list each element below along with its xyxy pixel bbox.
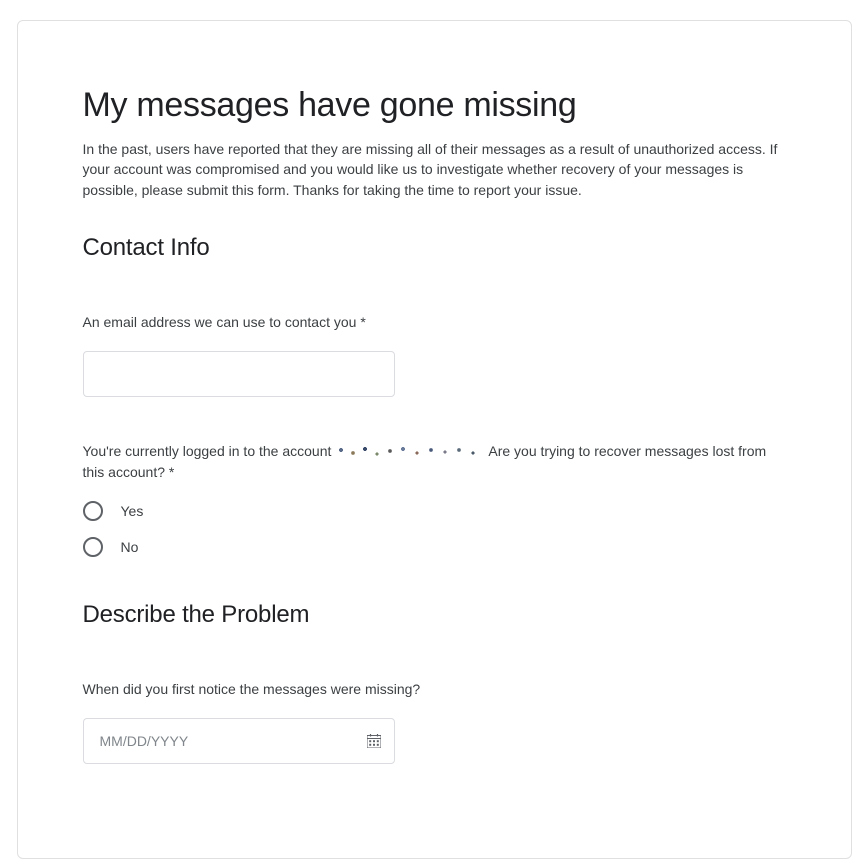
radio-circle-icon[interactable] [83, 501, 103, 521]
contact-info-heading: Contact Info [83, 234, 786, 262]
radio-option-yes[interactable]: Yes [83, 501, 786, 521]
date-input[interactable] [83, 718, 395, 764]
date-input-wrapper [83, 718, 395, 764]
form-container: My messages have gone missing In the pas… [17, 20, 852, 859]
email-input[interactable] [83, 351, 395, 397]
account-confirm-label: You're currently logged in to the accoun… [83, 441, 786, 483]
logged-in-prefix: You're currently logged in to the accoun… [83, 443, 336, 459]
radio-circle-icon[interactable] [83, 537, 103, 557]
describe-problem-heading: Describe the Problem [83, 601, 786, 629]
obscured-account-identifier [335, 445, 485, 459]
email-field-block: An email address we can use to contact y… [83, 312, 786, 397]
date-field-block: When did you first notice the messages w… [83, 679, 786, 764]
radio-label-yes: Yes [121, 503, 144, 519]
radio-label-no: No [121, 539, 139, 555]
page-title: My messages have gone missing [83, 86, 786, 125]
account-radio-group: Yes No [83, 501, 786, 557]
account-confirm-block: You're currently logged in to the accoun… [83, 441, 786, 557]
date-label: When did you first notice the messages w… [83, 679, 786, 700]
radio-option-no[interactable]: No [83, 537, 786, 557]
email-label: An email address we can use to contact y… [83, 312, 786, 333]
intro-paragraph: In the past, users have reported that th… [83, 139, 786, 200]
